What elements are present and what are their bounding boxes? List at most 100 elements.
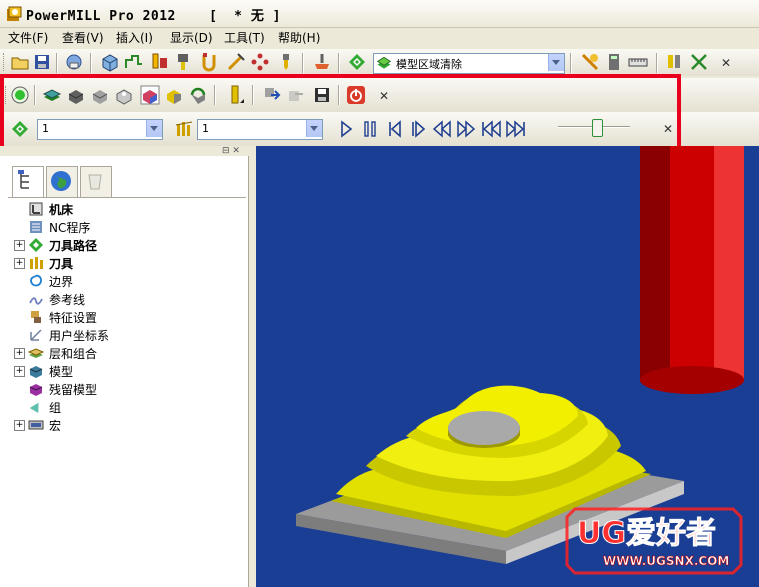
tree-item[interactable]: + 模型 xyxy=(0,362,240,380)
tree-item-label: 模型 xyxy=(49,365,74,379)
block-icon[interactable] xyxy=(100,52,120,72)
tab-recycle[interactable] xyxy=(80,166,112,198)
start-point-icon[interactable] xyxy=(226,52,246,72)
toolbar-separator xyxy=(302,53,304,73)
menu-insert[interactable]: 插入(I) xyxy=(116,29,153,46)
tree-item-label: NC程序 xyxy=(49,221,91,235)
tree-icon xyxy=(18,170,29,189)
tree-item-label: 层和组合 xyxy=(49,347,98,361)
menu-help[interactable]: 帮助(H) xyxy=(278,29,320,46)
calculator-small-icon[interactable] xyxy=(604,52,624,72)
tab-explorer[interactable] xyxy=(12,166,44,198)
explorer-tree: 机床 NC程序 + 刀具路径 + 刀具边界参考线特征设置用户坐标系 + 层和组合 + 模型残留模型… xyxy=(0,200,249,440)
tree-item[interactable]: 机床 xyxy=(0,200,240,218)
main-toolbar: 模型区域清除 ✕ xyxy=(0,49,759,76)
globe-icon xyxy=(51,171,71,191)
tool-icon xyxy=(30,257,43,269)
toolbar-separator xyxy=(656,53,658,73)
feedrate-icon[interactable] xyxy=(150,52,170,72)
toolbar-separator xyxy=(338,53,340,73)
points-icon[interactable] xyxy=(250,52,270,72)
pin-icon[interactable]: ⊟ ✕ xyxy=(222,146,240,156)
powermill-logo-icon xyxy=(7,6,22,21)
tab-globe[interactable] xyxy=(46,166,78,198)
workplane-icon xyxy=(30,329,42,341)
pattern-icon xyxy=(29,297,43,305)
tab-divider xyxy=(8,197,246,198)
save-icon[interactable] xyxy=(32,52,52,72)
measure-icon[interactable] xyxy=(628,52,648,72)
svg-text:WWW.UGSNX.COM: WWW.UGSNX.COM xyxy=(603,554,729,568)
tree-item-label: 用户坐标系 xyxy=(49,329,110,343)
calculator-icon[interactable] xyxy=(64,52,84,72)
resize-icon[interactable] xyxy=(689,52,709,72)
menu-file[interactable]: 文件(F) xyxy=(8,29,48,46)
tree-item[interactable]: + 刀具路径 xyxy=(0,236,240,254)
explorer-tabs xyxy=(8,166,118,198)
tree-item-label: 残留模型 xyxy=(49,383,98,397)
tool-holder-icon[interactable] xyxy=(174,52,194,72)
tree-item[interactable]: 参考线 xyxy=(0,290,240,308)
expand-icon[interactable]: + xyxy=(14,240,25,251)
custom-tool-icon[interactable] xyxy=(665,52,685,72)
window-title: PowerMILL Pro 2012 [ * 无 ] xyxy=(26,9,281,24)
tree-item[interactable]: 用户坐标系 xyxy=(0,326,240,344)
boundary-icon xyxy=(30,274,42,287)
tree-item-label: 刀具 xyxy=(49,257,74,271)
tree-item-label: 宏 xyxy=(49,419,62,433)
title-bar: PowerMILL Pro 2012 [ * 无 ] xyxy=(0,0,759,28)
toolpath-verify-icon[interactable] xyxy=(312,52,332,72)
leads-links-icon[interactable] xyxy=(200,52,220,72)
toolbar-separator xyxy=(90,53,92,73)
tree-item-label: 特征设置 xyxy=(49,311,98,325)
nc-program-icon xyxy=(30,221,42,233)
ugsnx-logo-icon: UG爱好者 WWW.UGSNX.COM xyxy=(565,507,743,575)
rapid-move-icon[interactable] xyxy=(124,52,144,72)
watermark-logo: UG爱好者 WWW.UGSNX.COM xyxy=(563,503,745,579)
tree-item[interactable]: NC程序 xyxy=(0,218,240,236)
menu-tools[interactable]: 工具(T) xyxy=(224,29,265,46)
chevron-down-icon[interactable] xyxy=(548,54,564,71)
tree-item[interactable]: 残留模型 xyxy=(0,380,240,398)
levels-icon xyxy=(28,348,44,358)
tree-item[interactable]: + 宏 xyxy=(0,416,240,434)
machine-icon xyxy=(29,202,43,216)
strategy-combo-value: 模型区域清除 xyxy=(396,58,462,71)
menu-display[interactable]: 显示(D) xyxy=(170,29,213,46)
tree-item[interactable]: 特征设置 xyxy=(0,308,240,326)
menu-view[interactable]: 查看(V) xyxy=(62,29,104,46)
recycle-bin-icon xyxy=(88,174,102,190)
strategy-combo[interactable]: 模型区域清除 xyxy=(373,53,565,74)
strategy-icon[interactable] xyxy=(347,52,367,72)
tree-item[interactable]: 组 xyxy=(0,398,240,416)
open-icon[interactable] xyxy=(10,52,30,72)
expand-icon[interactable]: + xyxy=(14,420,25,431)
explorer-header: ⊟ ✕ xyxy=(0,146,249,156)
close-icon[interactable]: ✕ xyxy=(720,57,732,69)
expand-icon[interactable]: + xyxy=(14,348,25,359)
area-clear-icon xyxy=(376,56,392,69)
tree-item-label: 刀具路径 xyxy=(49,239,98,253)
tree-item-label: 边界 xyxy=(49,275,74,289)
model-icon xyxy=(29,366,43,378)
tree-item-label: 参考线 xyxy=(49,293,86,307)
drill-icon[interactable] xyxy=(276,52,296,72)
group-icon xyxy=(29,402,39,413)
tree-item[interactable]: + 刀具 xyxy=(0,254,240,272)
toolbar-separator xyxy=(56,53,58,73)
tree-item-label: 组 xyxy=(49,401,62,415)
stock-model-icon xyxy=(29,384,43,396)
tree-item[interactable]: + 层和组合 xyxy=(0,344,240,362)
highlight-box xyxy=(0,74,681,156)
macro-icon xyxy=(28,420,44,430)
toolbar-grip[interactable] xyxy=(3,53,7,71)
expand-icon[interactable]: + xyxy=(14,258,25,269)
feature-icon xyxy=(31,311,41,323)
tree-item[interactable]: 边界 xyxy=(0,272,240,290)
tool-database-icon[interactable] xyxy=(580,52,600,72)
expand-icon[interactable]: + xyxy=(14,366,25,377)
tree-item-label: 机床 xyxy=(49,203,74,217)
toolbar-separator xyxy=(570,53,572,73)
svg-text:UG爱好者: UG爱好者 xyxy=(577,516,716,551)
menu-bar: 文件(F) 查看(V) 插入(I) 显示(D) 工具(T) 帮助(H) xyxy=(0,28,759,48)
